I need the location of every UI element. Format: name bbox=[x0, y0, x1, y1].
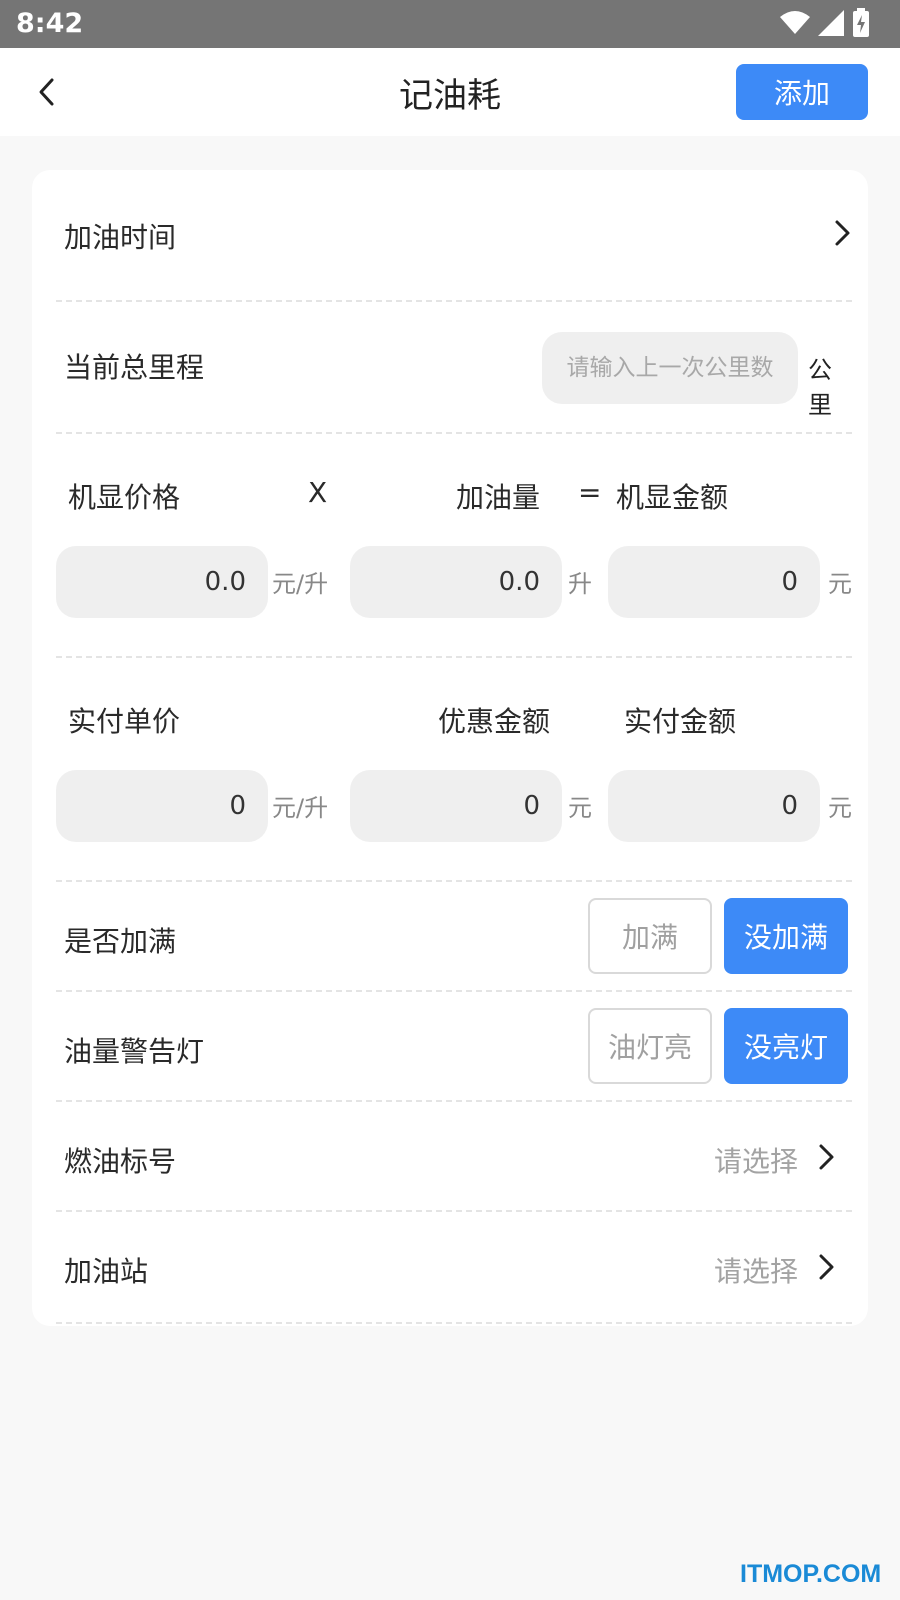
light-on-button[interactable]: 油灯亮 bbox=[588, 1008, 712, 1084]
refuel-time-label: 加油时间 bbox=[64, 221, 177, 254]
mileage-row: 当前总里程 公里 bbox=[56, 302, 852, 434]
refuel-time-row[interactable]: 加油时间 bbox=[56, 170, 852, 302]
discount-input[interactable] bbox=[350, 770, 562, 842]
status-bar: 8:42 bbox=[0, 0, 900, 48]
discount-unit: 元 bbox=[568, 794, 592, 822]
full-tank-button[interactable]: 加满 bbox=[588, 898, 712, 974]
warning-light-row: 油量警告灯 油灯亮 没亮灯 bbox=[56, 992, 852, 1102]
gas-station-value: 请选择 bbox=[714, 1255, 799, 1288]
actual-unit-price-input[interactable] bbox=[56, 770, 268, 842]
wifi-icon bbox=[780, 11, 810, 39]
mileage-unit: 公里 bbox=[808, 356, 832, 419]
add-button[interactable]: 添加 bbox=[736, 64, 868, 120]
machine-price-unit: 元/升 bbox=[272, 570, 329, 598]
chevron-right-icon bbox=[819, 1144, 834, 1170]
mileage-input[interactable] bbox=[542, 332, 798, 404]
discount-label: 优惠金额 bbox=[438, 705, 551, 738]
actual-unit-price-unit: 元/升 bbox=[272, 794, 329, 822]
full-tank-row: 是否加满 加满 没加满 bbox=[56, 882, 852, 992]
actual-paid-input[interactable] bbox=[608, 770, 820, 842]
actual-paid-row: 实付单价 优惠金额 实付金额 元/升 元 元 bbox=[56, 658, 852, 882]
fuel-record-form: 加油时间 当前总里程 公里 机显价格 X 加油量 = 机显金额 元/升 升 元 … bbox=[32, 170, 868, 1326]
status-time: 8:42 bbox=[16, 8, 84, 39]
fuel-grade-value: 请选择 bbox=[714, 1145, 799, 1178]
gas-station-row[interactable]: 加油站 请选择 bbox=[56, 1212, 852, 1324]
watermark: ITMOP.COM bbox=[740, 1560, 882, 1588]
times-sign: X bbox=[308, 476, 328, 509]
fuel-grade-row[interactable]: 燃油标号 请选择 bbox=[56, 1102, 852, 1212]
not-full-tank-button[interactable]: 没加满 bbox=[724, 898, 848, 974]
warning-light-label: 油量警告灯 bbox=[64, 1035, 205, 1068]
system-icons bbox=[780, 8, 870, 42]
actual-paid-unit: 元 bbox=[828, 794, 852, 822]
signal-icon bbox=[818, 10, 844, 40]
gas-station-label: 加油站 bbox=[64, 1255, 149, 1288]
volume-unit: 升 bbox=[568, 570, 592, 598]
actual-paid-label: 实付金额 bbox=[624, 705, 737, 738]
full-tank-label: 是否加满 bbox=[64, 925, 177, 958]
fuel-grade-label: 燃油标号 bbox=[64, 1145, 177, 1178]
mileage-label: 当前总里程 bbox=[64, 351, 205, 384]
machine-price-label: 机显价格 bbox=[68, 481, 181, 514]
machine-amount-unit: 元 bbox=[828, 570, 852, 598]
machine-price-input[interactable] bbox=[56, 546, 268, 618]
title-bar: 记油耗 添加 bbox=[0, 48, 900, 136]
volume-label: 加油量 bbox=[456, 481, 541, 514]
machine-amount-input[interactable] bbox=[608, 546, 820, 618]
light-off-button[interactable]: 没亮灯 bbox=[724, 1008, 848, 1084]
chevron-right-icon bbox=[835, 220, 850, 246]
volume-input[interactable] bbox=[350, 546, 562, 618]
machine-amount-label: 机显金额 bbox=[616, 481, 729, 514]
chevron-right-icon bbox=[819, 1254, 834, 1280]
actual-unit-price-label: 实付单价 bbox=[68, 705, 181, 738]
battery-charging-icon bbox=[852, 8, 870, 42]
machine-calc-row: 机显价格 X 加油量 = 机显金额 元/升 升 元 bbox=[56, 434, 852, 658]
equals-sign: = bbox=[578, 476, 602, 509]
